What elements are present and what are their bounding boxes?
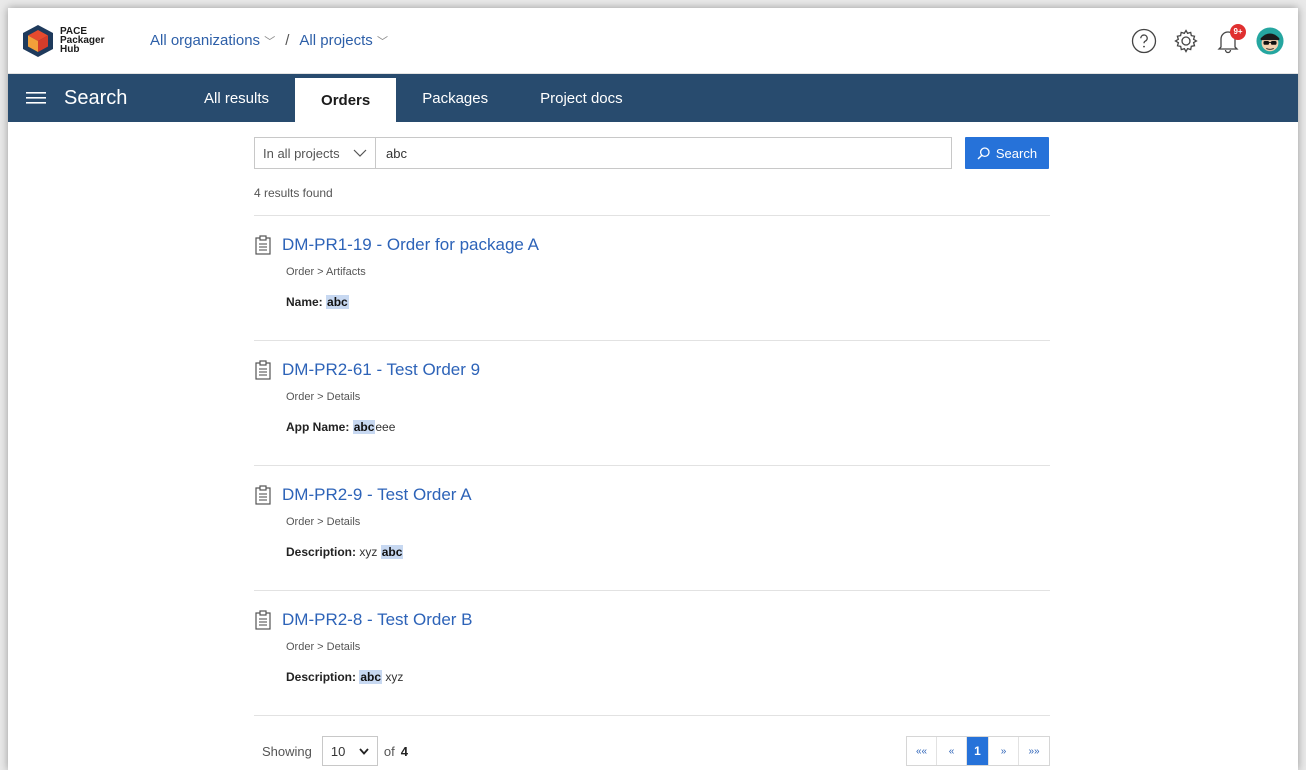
showing-label: Showing [262,743,312,759]
match-highlight: abc [380,545,404,559]
scope-dropdown[interactable]: In all projects [254,137,376,169]
clipboard-icon [255,360,271,380]
user-avatar-button[interactable] [1256,26,1284,55]
chevron-down-icon [353,149,367,157]
first-page-button[interactable]: «« [907,737,937,765]
result-title-link[interactable]: DM-PR2-9 - Test Order A [282,485,472,505]
results-list: DM-PR1-19 - Order for package A Order > … [254,215,1050,716]
search-navbar: Search All results Orders Packages Proje… [8,74,1298,122]
notifications-button[interactable]: 9+ [1214,23,1246,55]
clipboard-icon [255,485,271,505]
page-size-select[interactable]: 10 [321,736,378,766]
clipboard-icon [255,235,271,255]
notification-badge: 9+ [1230,23,1246,40]
result-match-field: Description: abc xyz [286,670,1050,684]
search-icon [977,146,990,159]
breadcrumb: All organizations ﹀ / All projects ﹀ [150,32,388,49]
tab-all-results[interactable]: All results [178,74,295,122]
last-page-button[interactable]: »» [1019,737,1049,765]
match-suffix: eee [375,420,396,434]
search-query-value: abc [386,145,407,161]
match-highlight: abc [359,670,383,684]
result-title-row: DM-PR2-9 - Test Order A [254,482,1050,508]
page-size-control: Showing 10 of 4 [262,736,408,766]
search-button-label: Search [995,145,1038,161]
results-footer: Showing 10 of 4 «« « 1 » »» [254,736,1050,766]
breadcrumb-separator: / [285,32,290,49]
next-page-button[interactable]: » [989,737,1019,765]
page-title: Search [64,86,128,109]
match-suffix: xyz [382,670,404,684]
tab-packages[interactable]: Packages [396,74,514,122]
menu-button[interactable] [8,74,64,122]
result-path: Order > Details [286,516,361,528]
result-title-row: DM-PR2-8 - Test Order B [254,607,1050,633]
page-size-value: 10 [330,743,346,759]
search-bar: In all projects abc Search [254,137,1050,169]
org-label: All organizations [150,32,261,49]
result-item: DM-PR2-61 - Test Order 9 Order > Details… [254,341,1050,466]
avatar [1256,26,1284,55]
app-window: PACE Packager Hub All organizations ﹀ / … [8,8,1298,770]
top-right-actions: 9+ [1130,23,1284,55]
top-bar: PACE Packager Hub All organizations ﹀ / … [8,8,1298,74]
brand-name: PACE Packager Hub [60,27,104,55]
project-label: All projects [299,32,373,49]
project-selector[interactable]: All projects ﹀ [299,32,388,49]
help-icon [1131,28,1157,53]
scope-value: In all projects [263,145,340,161]
settings-button[interactable] [1172,27,1200,55]
gear-icon [1174,28,1198,53]
result-match-field: Description: xyz abc [286,545,1050,559]
brand-line3: Hub [60,44,80,55]
hamburger-icon [26,92,46,104]
results-count: 4 results found [254,186,333,200]
result-path: Order > Details [286,391,361,403]
brand-logo[interactable]: PACE Packager Hub [22,24,150,58]
search-results-panel: In all projects abc Search 4 results fou… [254,137,1050,766]
field-label: Description: [286,545,357,559]
match-highlight: abc [326,295,349,309]
help-button[interactable] [1130,27,1158,55]
result-item: DM-PR1-19 - Order for package A Order > … [254,216,1050,341]
result-match-field: Name: abc [286,295,1050,309]
tab-label: All results [204,89,270,107]
field-label: App Name: [286,420,350,434]
chevron-down-icon [359,747,369,755]
result-title-row: DM-PR1-19 - Order for package A [254,232,1050,258]
search-input[interactable]: abc [376,137,952,169]
tab-project-docs[interactable]: Project docs [514,74,649,122]
result-item: DM-PR2-9 - Test Order A Order > Details … [254,466,1050,591]
result-item: DM-PR2-8 - Test Order B Order > Details … [254,591,1050,716]
tab-label: Packages [422,89,489,107]
field-label: Description: [286,670,357,684]
result-title-link[interactable]: DM-PR2-61 - Test Order 9 [282,360,480,380]
result-title-link[interactable]: DM-PR1-19 - Order for package A [282,235,539,255]
of-label: of [383,743,395,759]
result-path: Order > Details [286,641,361,653]
total-count: 4 [400,743,408,759]
tab-label: Project docs [540,89,623,107]
tab-orders[interactable]: Orders [295,78,397,122]
org-selector[interactable]: All organizations ﹀ [150,32,275,49]
chevron-down-icon: ﹀ [376,36,388,48]
field-label: Name: [286,295,323,309]
result-path: Order > Artifacts [286,266,366,278]
tab-label: Orders [321,91,371,109]
match-highlight: abc [352,420,376,434]
result-match-field: App Name: abceee [286,420,1050,434]
chevron-down-icon: ﹀ [264,36,276,48]
cube-logo-icon [23,24,53,57]
match-prefix: xyz [359,545,381,559]
clipboard-icon [255,610,271,630]
page-1-button[interactable]: 1 [967,737,989,765]
pagination: «« « 1 » »» [906,736,1050,766]
result-title-link[interactable]: DM-PR2-8 - Test Order B [282,610,473,630]
search-button[interactable]: Search [965,137,1049,169]
prev-page-button[interactable]: « [937,737,967,765]
result-title-row: DM-PR2-61 - Test Order 9 [254,357,1050,383]
